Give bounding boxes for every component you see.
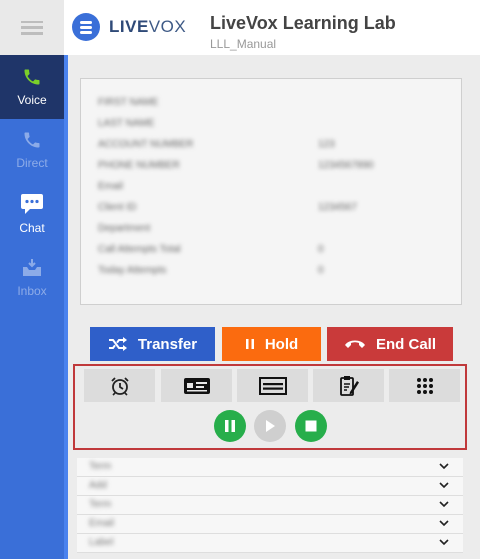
detail-row: Department [98, 223, 151, 234]
dropdown-row[interactable]: Add [77, 477, 463, 496]
pause-icon [245, 338, 255, 350]
hold-label: Hold [264, 335, 299, 353]
chat-icon [21, 194, 43, 214]
sidebar-item-inbox[interactable]: Inbox [0, 246, 64, 310]
transfer-button[interactable]: Transfer [90, 327, 215, 361]
play-icon [266, 420, 275, 432]
keypad-icon [416, 377, 433, 394]
end-call-button[interactable]: End Call [327, 327, 453, 361]
sidebar-item-direct[interactable]: Direct [0, 118, 64, 182]
dropdown-row[interactable]: Label [77, 534, 463, 553]
sidebar-item-label: Voice [17, 93, 47, 107]
detail-row: FIRST NAME [98, 97, 159, 108]
logo-text-rest: VOX [148, 17, 187, 36]
payment-button[interactable] [161, 369, 232, 402]
sidebar-item-label: Direct [16, 156, 48, 170]
customer-details-panel: FIRST NAME LAST NAME ACCOUNT NUMBER 123 P… [80, 78, 462, 305]
inbox-icon [23, 259, 41, 276]
end-call-label: End Call [375, 335, 436, 353]
dropdown-row[interactable]: Email [77, 515, 463, 534]
chevron-down-icon [439, 539, 449, 546]
app-header: LIVEVOX LiveVox Learning Lab LLL_Manual [64, 0, 480, 55]
sidebar-item-chat[interactable]: Chat [0, 182, 64, 246]
dropdown-row[interactable]: Term [77, 458, 463, 477]
chevron-down-icon [439, 520, 449, 527]
livevox-logo: LIVEVOX [72, 13, 186, 41]
sidebar-item-label: Inbox [17, 284, 47, 298]
alarm-clock-icon [110, 376, 129, 396]
phone-icon [24, 69, 40, 85]
dialpad-button[interactable] [389, 369, 460, 402]
main-content: FIRST NAME LAST NAME ACCOUNT NUMBER 123 P… [68, 55, 480, 559]
sidebar-item-voice[interactable]: Voice [0, 55, 64, 119]
detail-row: LAST NAME [98, 118, 155, 129]
chevron-down-icon [439, 482, 449, 489]
stop-recording-button[interactable] [295, 410, 327, 442]
logo-text-bold: LIVE [109, 17, 149, 36]
shuffle-icon [108, 336, 128, 352]
callback-timer-button[interactable] [84, 369, 155, 402]
call-tools-panel [73, 364, 467, 450]
check-icon [258, 376, 287, 395]
chevron-down-icon [439, 501, 449, 508]
chevron-down-icon [439, 463, 449, 470]
notes-button[interactable] [313, 369, 384, 402]
pause-icon [225, 420, 235, 432]
page-title: LiveVox Learning Lab [210, 13, 396, 33]
transfer-label: Transfer [137, 335, 198, 353]
detail-row: Today Attempts 0 [98, 265, 324, 276]
pause-recording-button[interactable] [214, 410, 246, 442]
resume-recording-button[interactable] [254, 410, 286, 442]
hold-button[interactable]: Hold [222, 327, 321, 361]
logo-icon [72, 13, 100, 41]
page-subtitle: LLL_Manual [210, 37, 277, 51]
phone-icon [24, 132, 40, 148]
hamburger-icon [21, 20, 43, 35]
stop-icon [305, 420, 317, 432]
payment-card-icon [183, 377, 210, 394]
check-button[interactable] [237, 369, 308, 402]
detail-row: Client ID 1234567 [98, 202, 357, 213]
detail-row: Email [98, 181, 124, 192]
sidebar: Voice Direct Chat Inbox [0, 0, 64, 559]
hangup-phone-icon [344, 338, 366, 350]
sidebar-item-label: Chat [19, 221, 45, 235]
menu-button[interactable] [0, 0, 64, 55]
dropdown-row[interactable]: Term [77, 496, 463, 515]
detail-row: Call Attempts Total 0 [98, 244, 324, 255]
detail-row: ACCOUNT NUMBER 123 [98, 139, 335, 150]
detail-row: PHONE NUMBER 1234567890 [98, 160, 374, 171]
clipboard-edit-icon [339, 375, 359, 396]
